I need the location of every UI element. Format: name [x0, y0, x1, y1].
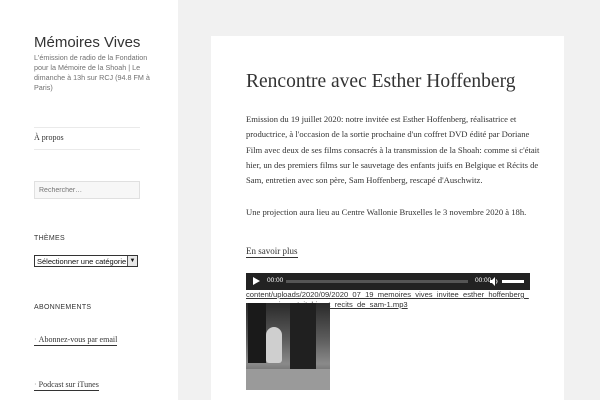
- site-title[interactable]: Mémoires Vives: [34, 34, 140, 51]
- category-select-value: Sélectionner une catégorie: [37, 257, 127, 266]
- bullet-icon: ·: [34, 380, 37, 389]
- category-select[interactable]: Sélectionner une catégorie ▼: [34, 255, 138, 267]
- podcast-itunes-link[interactable]: · Podcast sur iTunes: [34, 380, 99, 391]
- subscribe-email-label: Abonnez-vous par email: [38, 335, 118, 344]
- search-input[interactable]: [34, 181, 140, 199]
- read-more-link[interactable]: En savoir plus: [246, 246, 298, 258]
- photo-figure-right: [290, 303, 316, 373]
- audio-duration: 00:00: [475, 277, 492, 284]
- nav-divider-top: [34, 127, 140, 128]
- audio-progress-rail[interactable]: [286, 280, 468, 283]
- photo-figure-left: [248, 303, 266, 363]
- podcast-itunes-label: Podcast sur iTunes: [38, 380, 99, 389]
- post-title[interactable]: Rencontre avec Esther Hoffenberg: [246, 71, 515, 93]
- subscribe-email-link[interactable]: · Abonnez-vous par email: [34, 335, 118, 346]
- bullet-icon: ·: [34, 335, 37, 344]
- widget-title-subscriptions: ABONNEMENTS: [34, 304, 92, 311]
- photo-ground: [246, 369, 330, 390]
- volume-icon[interactable]: [490, 277, 499, 286]
- volume-slider[interactable]: [502, 280, 524, 283]
- post-paragraph-1: Emission du 19 juillet 2020: notre invit…: [246, 114, 540, 186]
- audio-player: 00:00 00:00: [246, 273, 530, 290]
- sidebar: Mémoires Vives L'émission de radio de la…: [0, 0, 178, 400]
- play-icon[interactable]: [253, 277, 260, 285]
- post-paragraph-2: Une projection aura lieu au Centre Wallo…: [246, 207, 527, 217]
- post-article: Rencontre avec Esther Hoffenberg Emissio…: [211, 36, 564, 400]
- post-photo: [246, 303, 330, 390]
- nav-item-a-propos[interactable]: À propos: [34, 133, 64, 142]
- nav-divider-bottom: [34, 149, 140, 150]
- audio-current-time: 00:00: [267, 277, 284, 284]
- chevron-down-icon[interactable]: ▼: [127, 256, 137, 266]
- widget-title-themes: THÈMES: [34, 235, 65, 242]
- photo-child: [266, 327, 282, 363]
- page-edge: [594, 0, 600, 400]
- site-description: L'émission de radio de la Fondation pour…: [34, 53, 150, 92]
